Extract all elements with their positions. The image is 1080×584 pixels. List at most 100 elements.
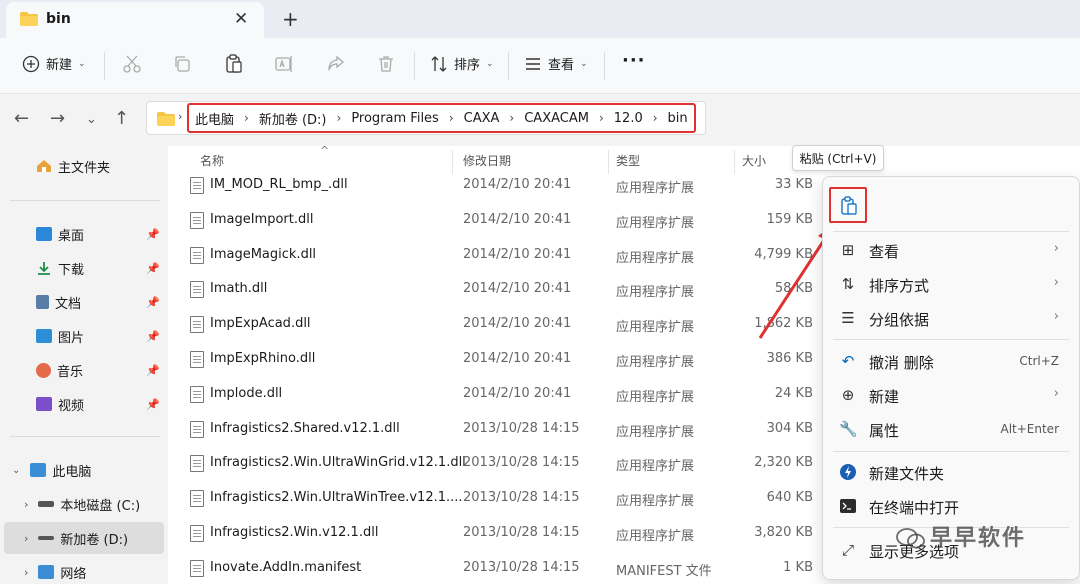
file-date: 2014/2/10 20:41	[463, 281, 572, 297]
close-tab-icon[interactable]: ✕	[234, 9, 248, 29]
menu-item-undo-delete[interactable]: ↶ 撤消 删除 Ctrl+Z	[823, 344, 1079, 378]
chevron-right-icon[interactable]: ›	[653, 111, 658, 125]
divider	[104, 52, 105, 80]
sidebar-item-label: 主文件夹	[58, 160, 111, 176]
pin-icon[interactable]: 📌	[146, 330, 160, 343]
wechat-icon	[896, 528, 925, 549]
sidebar-item-label: 下载	[58, 262, 85, 278]
sidebar-item-pictures[interactable]: 图片 📌	[0, 320, 168, 352]
plus-circle-icon: ⊕	[841, 386, 855, 404]
menu-item-sort[interactable]: ⇅ 排序方式 ›	[823, 267, 1079, 301]
paste-tooltip: 粘贴 (Ctrl+V)	[792, 145, 884, 171]
breadcrumb-item[interactable]: CAXA	[464, 111, 500, 126]
menu-item-view[interactable]: ⊞ 查看 ›	[823, 233, 1079, 267]
chevron-right-icon: ›	[1053, 386, 1059, 401]
videos-icon	[36, 397, 52, 411]
menu-item-label: 在终端中打开	[869, 499, 960, 517]
column-header-size[interactable]: 大小	[742, 152, 766, 169]
breadcrumb-item[interactable]: Program Files	[351, 111, 439, 126]
file-type: 应用程序扩展	[616, 285, 695, 301]
cut-icon[interactable]	[122, 54, 142, 74]
chevron-down-icon: ⌄	[486, 58, 494, 69]
drive-icon	[38, 501, 55, 507]
menu-item-open-terminal[interactable]: 在终端中打开	[823, 489, 1079, 523]
sidebar-item-downloads[interactable]: 下载 📌	[0, 252, 168, 284]
sort-label: 排序	[454, 58, 481, 73]
chevron-down-icon[interactable]: ⌄	[12, 465, 20, 476]
up-icon[interactable]: ↑	[114, 108, 129, 129]
sidebar-item-documents[interactable]: 文档 📌	[0, 286, 168, 318]
file-size: 304 KB	[766, 420, 813, 436]
breadcrumb-item[interactable]: 12.0	[614, 111, 643, 126]
sidebar-item-videos[interactable]: 视频 📌	[0, 388, 168, 420]
delete-icon[interactable]	[376, 54, 396, 74]
rename-icon[interactable]	[274, 54, 294, 74]
file-name: ImageImport.dll	[210, 211, 314, 227]
file-type: 应用程序扩展	[616, 529, 695, 544]
breadcrumb-item[interactable]: 此电脑	[195, 109, 234, 128]
chevron-right-icon[interactable]: ›	[337, 111, 342, 125]
sidebar-item-desktop[interactable]: 桌面 📌	[0, 218, 168, 250]
new-folder-icon	[840, 464, 856, 480]
chevron-right-icon[interactable]: ›	[24, 498, 28, 511]
chevron-right-icon[interactable]: ›	[449, 111, 454, 125]
sidebar-item-network[interactable]: › 网络	[0, 556, 168, 584]
chevron-right-icon[interactable]: ›	[599, 111, 604, 125]
sort-button[interactable]: 排序 ⌄	[430, 54, 494, 73]
share-icon[interactable]	[326, 54, 346, 74]
menu-item-group-by[interactable]: ☰ 分组依据 ›	[823, 301, 1079, 335]
file-name: IM_MOD_RL_bmp_.dll	[210, 177, 348, 192]
sort-ascending-icon: ^	[320, 144, 330, 157]
undo-icon: ↶	[841, 352, 855, 370]
paste-menu-button[interactable]	[829, 187, 867, 223]
breadcrumb-item[interactable]: bin	[668, 111, 688, 126]
column-header-name[interactable]: 名称	[200, 152, 224, 169]
pin-icon[interactable]: 📌	[146, 228, 160, 241]
breadcrumb-item[interactable]: CAXACAM	[524, 111, 589, 126]
sidebar-item-drive-d[interactable]: › 新加卷 (D:)	[4, 522, 164, 554]
tab-bin[interactable]: bin ✕	[6, 2, 264, 38]
music-icon	[36, 362, 51, 378]
pin-icon[interactable]: 📌	[146, 364, 160, 377]
sidebar-item-music[interactable]: 音乐 📌	[0, 354, 168, 386]
chevron-right-icon[interactable]: ›	[244, 111, 249, 125]
paste-icon[interactable]	[224, 54, 244, 74]
file-name: Implode.dll	[210, 385, 283, 401]
more-icon[interactable]: ···	[622, 50, 646, 71]
file-size: 1 KB	[783, 559, 813, 575]
menu-item-properties[interactable]: 🔧 属性 Alt+Enter	[823, 412, 1079, 446]
file-date: 2013/10/28 14:15	[463, 455, 580, 471]
pin-icon[interactable]: 📌	[146, 398, 160, 411]
address-bar[interactable]: › 此电脑 › 新加卷 (D:) › Program Files › CAXA …	[146, 101, 706, 135]
chevron-right-icon[interactable]: ›	[24, 566, 28, 579]
back-icon[interactable]: ←	[14, 108, 29, 129]
file-name: Infragistics2.Shared.v12.1.dll	[210, 420, 400, 436]
forward-icon[interactable]: →	[50, 108, 65, 129]
menu-item-new-folder[interactable]: 新建文件夹	[823, 455, 1079, 489]
sidebar-item-home[interactable]: 主文件夹	[0, 150, 168, 182]
sidebar-item-drive-c[interactable]: › 本地磁盘 (C:)	[0, 488, 168, 520]
menu-item-new[interactable]: ⊕ 新建 ›	[823, 378, 1079, 412]
file-date: 2014/2/10 20:41	[463, 177, 572, 192]
breadcrumb-item[interactable]: 新加卷 (D:)	[259, 109, 327, 128]
file-icon	[190, 420, 204, 438]
new-button[interactable]: 新建 ⌄	[22, 54, 86, 73]
sidebar-item-this-pc[interactable]: ⌄ 此电脑	[0, 454, 168, 486]
watermark-text: 早早软件	[930, 526, 1027, 551]
pin-icon[interactable]: 📌	[146, 296, 160, 309]
new-label: 新建	[46, 58, 73, 73]
menu-item-label: 新建文件夹	[869, 465, 945, 483]
copy-icon[interactable]	[172, 54, 192, 74]
chevron-right-icon[interactable]: ›	[509, 111, 514, 125]
new-tab-icon[interactable]: +	[282, 7, 299, 31]
chevron-right-icon: ›	[1053, 309, 1059, 324]
sidebar-item-label: 文档	[55, 296, 82, 312]
column-header-type[interactable]: 类型	[616, 152, 640, 169]
recent-dropdown-icon[interactable]: ⌄	[86, 112, 97, 127]
pin-icon[interactable]: 📌	[146, 262, 160, 275]
chevron-right-icon: ›	[1053, 275, 1059, 290]
column-header-date[interactable]: 修改日期	[463, 152, 511, 169]
chevron-right-icon[interactable]: ›	[24, 532, 28, 545]
home-icon	[37, 160, 51, 172]
view-button[interactable]: 查看 ⌄	[524, 54, 588, 73]
